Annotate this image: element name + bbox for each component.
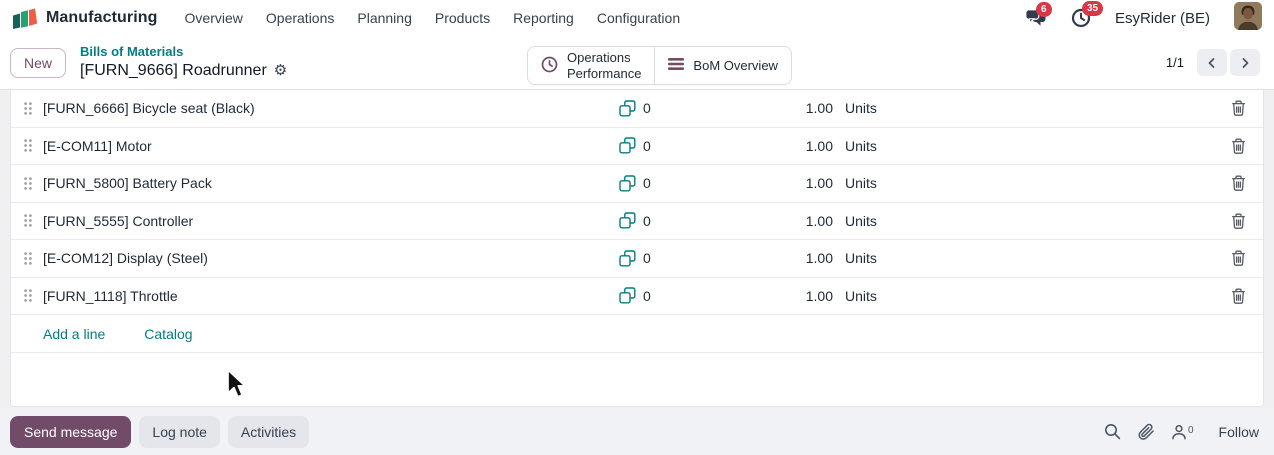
table-row[interactable]: [E-COM11] Motor 0 1.00 Units: [11, 128, 1263, 166]
user-avatar[interactable]: [1234, 2, 1262, 35]
chatter-bar: Send message Log note Activities 0 Follo…: [0, 408, 1274, 455]
uom-value[interactable]: Units: [833, 288, 897, 304]
activities-badge: 35: [1082, 1, 1103, 16]
table-row[interactable]: [FURN_1118] Throttle 0 1.00 Units: [11, 278, 1263, 316]
quantity-value[interactable]: 1.00: [673, 213, 833, 229]
forecast-value: 0: [643, 288, 673, 304]
pager-next-button[interactable]: [1230, 49, 1260, 76]
delete-row-button[interactable]: [1213, 250, 1263, 266]
form-background: [FURN_6666] Bicycle seat (Black) 0 1.00 …: [0, 90, 1274, 408]
drag-handle-icon[interactable]: [23, 251, 43, 266]
catalog-link[interactable]: Catalog: [144, 326, 192, 342]
followers-icon[interactable]: 0: [1171, 424, 1193, 440]
activities-clock-icon[interactable]: 35: [1071, 8, 1091, 28]
activities-button[interactable]: Activities: [228, 416, 309, 448]
forecast-value: 0: [643, 213, 673, 229]
stat-button-group: Operations Performance BoM Overview: [527, 46, 792, 85]
table-footer-row: Add a line Catalog: [11, 315, 1263, 353]
operations-performance-button[interactable]: Operations Performance: [528, 47, 654, 84]
clock-icon: [541, 56, 558, 76]
messages-badge: 6: [1036, 2, 1052, 17]
nav-menu-reporting[interactable]: Reporting: [511, 8, 576, 28]
app-logo-icon[interactable]: [12, 8, 38, 29]
forecast-report-icon[interactable]: [619, 100, 643, 117]
forecast-report-icon[interactable]: [619, 287, 643, 304]
new-button[interactable]: New: [10, 48, 66, 78]
breadcrumb-parent-link[interactable]: Bills of Materials: [80, 44, 287, 61]
record-title[interactable]: [FURN_9666] Roadrunner: [80, 61, 267, 81]
nav-menu-products[interactable]: Products: [433, 8, 492, 28]
uom-value[interactable]: Units: [833, 100, 897, 116]
product-name[interactable]: [FURN_6666] Bicycle seat (Black): [43, 100, 619, 116]
forecast-report-icon[interactable]: [619, 212, 643, 229]
form-sheet: [FURN_6666] Bicycle seat (Black) 0 1.00 …: [10, 90, 1264, 407]
forecast-report-icon[interactable]: [619, 175, 643, 192]
send-message-button[interactable]: Send message: [10, 416, 131, 448]
add-a-line-link[interactable]: Add a line: [43, 326, 105, 342]
nav-menu-operations[interactable]: Operations: [264, 8, 336, 28]
delete-row-button[interactable]: [1213, 138, 1263, 154]
drag-handle-icon[interactable]: [23, 138, 43, 153]
pager-value[interactable]: 1/1: [1166, 55, 1184, 70]
drag-handle-icon[interactable]: [23, 176, 43, 191]
quantity-value[interactable]: 1.00: [673, 250, 833, 266]
nav-menu: Overview Operations Planning Products Re…: [183, 8, 683, 28]
uom-value[interactable]: Units: [833, 213, 897, 229]
delete-row-button[interactable]: [1213, 288, 1263, 304]
table-row[interactable]: [FURN_6666] Bicycle seat (Black) 0 1.00 …: [11, 90, 1263, 128]
list-lines-icon: [668, 57, 684, 74]
product-name[interactable]: [FURN_1118] Throttle: [43, 288, 619, 304]
product-name[interactable]: [E-COM12] Display (Steel): [43, 250, 619, 266]
messages-icon[interactable]: 6: [1025, 9, 1047, 27]
control-panel: New Bills of Materials [FURN_9666] Roadr…: [0, 36, 1274, 90]
bom-overview-button[interactable]: BoM Overview: [654, 47, 791, 84]
top-navbar: Manufacturing Overview Operations Planni…: [0, 0, 1274, 36]
product-name[interactable]: [FURN_5800] Battery Pack: [43, 175, 619, 191]
drag-handle-icon[interactable]: [23, 288, 43, 303]
quantity-value[interactable]: 1.00: [673, 175, 833, 191]
quantity-value[interactable]: 1.00: [673, 288, 833, 304]
attachment-paperclip-icon[interactable]: [1137, 423, 1155, 441]
delete-row-button[interactable]: [1213, 213, 1263, 229]
quantity-value[interactable]: 1.00: [673, 138, 833, 154]
forecast-report-icon[interactable]: [619, 137, 643, 154]
uom-value[interactable]: Units: [833, 175, 897, 191]
table-row[interactable]: [FURN_5800] Battery Pack 0 1.00 Units: [11, 165, 1263, 203]
nav-menu-planning[interactable]: Planning: [355, 8, 414, 28]
quantity-value[interactable]: 1.00: [673, 100, 833, 116]
user-name[interactable]: EsyRider (BE): [1115, 10, 1210, 27]
table-row[interactable]: [E-COM12] Display (Steel) 0 1.00 Units: [11, 240, 1263, 278]
forecast-value: 0: [643, 100, 673, 116]
forecast-report-icon[interactable]: [619, 250, 643, 267]
app-name[interactable]: Manufacturing: [46, 9, 158, 27]
follow-button[interactable]: Follow: [1219, 424, 1259, 440]
pager: 1/1: [1166, 49, 1260, 76]
uom-value[interactable]: Units: [833, 138, 897, 154]
forecast-value: 0: [643, 250, 673, 266]
delete-row-button[interactable]: [1213, 175, 1263, 191]
actions-gear-icon[interactable]: ⚙: [274, 63, 287, 78]
forecast-value: 0: [643, 175, 673, 191]
log-note-button[interactable]: Log note: [139, 416, 220, 448]
follower-count: 0: [1188, 425, 1194, 436]
components-table-body: [FURN_6666] Bicycle seat (Black) 0 1.00 …: [11, 90, 1263, 315]
nav-menu-overview[interactable]: Overview: [183, 8, 245, 28]
drag-handle-icon[interactable]: [23, 101, 43, 116]
table-row[interactable]: [FURN_5555] Controller 0 1.00 Units: [11, 203, 1263, 241]
drag-handle-icon[interactable]: [23, 213, 43, 228]
uom-value[interactable]: Units: [833, 250, 897, 266]
nav-menu-configuration[interactable]: Configuration: [595, 8, 682, 28]
search-messages-icon[interactable]: [1104, 423, 1121, 440]
forecast-value: 0: [643, 138, 673, 154]
delete-row-button[interactable]: [1213, 100, 1263, 116]
pager-previous-button[interactable]: [1197, 49, 1227, 76]
product-name[interactable]: [FURN_5555] Controller: [43, 213, 619, 229]
product-name[interactable]: [E-COM11] Motor: [43, 138, 619, 154]
breadcrumb: Bills of Materials [FURN_9666] Roadrunne…: [80, 44, 287, 81]
